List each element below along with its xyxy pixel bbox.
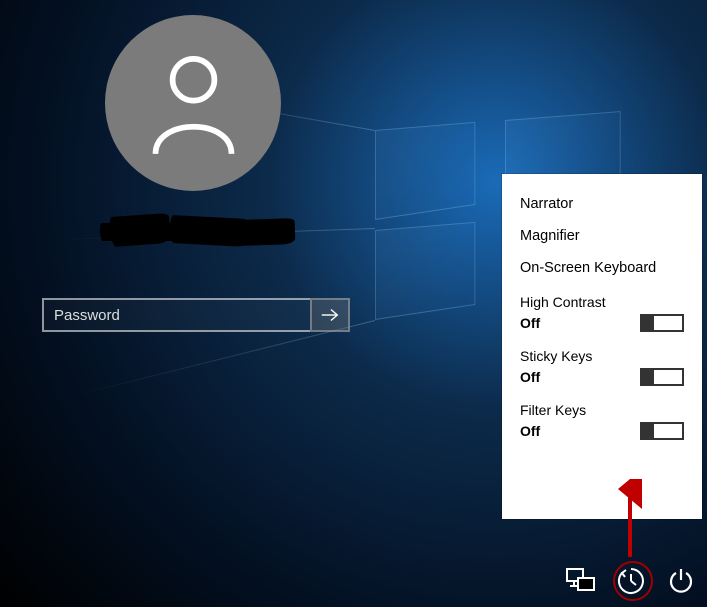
toggle-label: Filter Keys — [520, 402, 684, 418]
menu-item-label: Narrator — [520, 196, 573, 212]
toggle-state: Off — [520, 315, 540, 331]
menu-item-label: On-Screen Keyboard — [520, 260, 656, 276]
toggle-high-contrast[interactable] — [640, 314, 684, 332]
avatar — [105, 15, 281, 191]
submit-button[interactable] — [310, 298, 350, 332]
menu-item-on-screen-keyboard[interactable]: On-Screen Keyboard — [502, 252, 702, 284]
arrow-right-icon — [319, 304, 341, 326]
menu-item-magnifier[interactable]: Magnifier — [502, 220, 702, 252]
password-input[interactable] — [42, 298, 310, 332]
toggle-label: Sticky Keys — [520, 348, 684, 364]
ease-of-access-button[interactable] — [615, 565, 647, 597]
ease-of-access-icon — [616, 566, 646, 596]
power-icon — [667, 567, 695, 595]
toggle-state: Off — [520, 423, 540, 439]
toggle-row-filter-keys: Filter Keys Off — [502, 392, 702, 446]
network-button[interactable] — [565, 565, 597, 597]
network-icon — [566, 568, 596, 594]
menu-item-label: Magnifier — [520, 228, 580, 244]
user-icon — [146, 51, 241, 156]
username-redacted — [100, 215, 300, 255]
toggle-row-high-contrast: High Contrast Off — [502, 284, 702, 338]
power-button[interactable] — [665, 565, 697, 597]
menu-item-narrator[interactable]: Narrator — [502, 188, 702, 220]
toggle-state: Off — [520, 369, 540, 385]
toggle-filter-keys[interactable] — [640, 422, 684, 440]
system-tray — [565, 565, 697, 597]
toggle-row-sticky-keys: Sticky Keys Off — [502, 338, 702, 392]
ease-of-access-menu: Narrator Magnifier On-Screen Keyboard Hi… — [502, 174, 702, 519]
toggle-sticky-keys[interactable] — [640, 368, 684, 386]
password-row — [42, 298, 350, 332]
toggle-label: High Contrast — [520, 294, 684, 310]
